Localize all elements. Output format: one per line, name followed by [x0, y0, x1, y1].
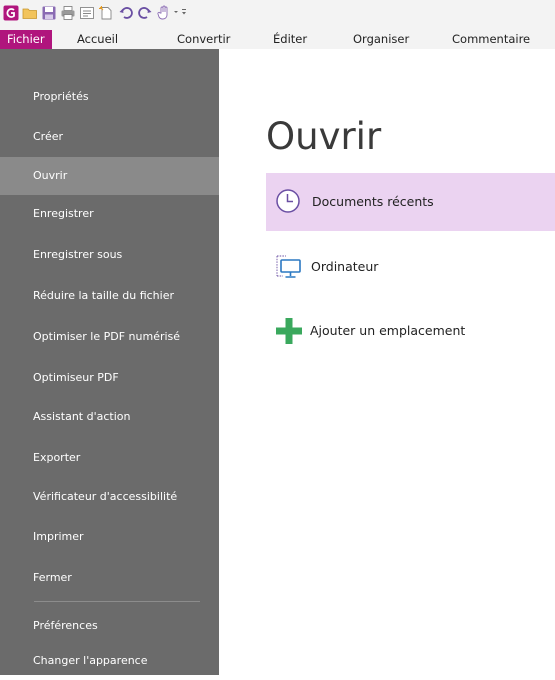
- clock-icon: [274, 187, 304, 217]
- save-icon[interactable]: [41, 5, 57, 21]
- sidebar-item-fermer[interactable]: Fermer: [0, 559, 219, 597]
- file-menu-sidebar: Propriétés Créer Ouvrir Enregistrer Enre…: [0, 49, 219, 675]
- menu-tab-bar: Fichier Accueil Convertir Éditer Organis…: [0, 30, 555, 49]
- option-label: Ajouter un emplacement: [310, 323, 466, 338]
- redo-icon[interactable]: [137, 5, 153, 21]
- sidebar-item-optimiseur-pdf[interactable]: Optimiseur PDF: [0, 359, 219, 397]
- sidebar-item-proprietes[interactable]: Propriétés: [0, 78, 219, 116]
- sidebar-item-enregistrer-sous[interactable]: Enregistrer sous: [0, 236, 219, 274]
- sidebar-item-optimiser-pdf-numerise[interactable]: Optimiser le PDF numérisé: [0, 318, 219, 356]
- sidebar-item-reduire-taille[interactable]: Réduire la taille du fichier: [0, 277, 219, 315]
- tab-organiser[interactable]: Organiser: [353, 30, 409, 49]
- properties-icon[interactable]: [79, 5, 95, 21]
- quick-access-toolbar: [0, 0, 555, 30]
- option-label: Documents récents: [312, 194, 434, 209]
- sidebar-item-verificateur-accessibilite[interactable]: Vérificateur d'accessibilité: [0, 478, 219, 516]
- sidebar-item-assistant-action[interactable]: Assistant d'action: [0, 398, 219, 436]
- undo-icon[interactable]: [118, 5, 134, 21]
- sidebar-item-exporter[interactable]: Exporter: [0, 439, 219, 477]
- page-title: Ouvrir: [266, 115, 382, 158]
- tab-commentaire[interactable]: Commentaire: [452, 30, 530, 49]
- option-ajouter-emplacement[interactable]: Ajouter un emplacement: [266, 302, 555, 360]
- tab-editer[interactable]: Éditer: [273, 30, 307, 49]
- sidebar-divider: [34, 601, 200, 602]
- sidebar-item-enregistrer[interactable]: Enregistrer: [0, 195, 219, 233]
- new-document-icon[interactable]: [98, 5, 114, 21]
- sidebar-item-ouvrir[interactable]: Ouvrir: [0, 157, 219, 195]
- open-folder-icon[interactable]: [22, 5, 38, 21]
- tab-convertir[interactable]: Convertir: [177, 30, 230, 49]
- sidebar-item-changer-apparence[interactable]: Changer l'apparence: [0, 642, 219, 680]
- option-ordinateur[interactable]: Ordinateur: [266, 238, 555, 296]
- option-documents-recents[interactable]: Documents récents: [266, 173, 555, 231]
- tab-accueil[interactable]: Accueil: [77, 30, 118, 49]
- computer-icon: [274, 252, 304, 282]
- option-label: Ordinateur: [311, 259, 379, 274]
- sidebar-item-preferences[interactable]: Préférences: [0, 607, 219, 645]
- print-icon[interactable]: [60, 5, 76, 21]
- plus-icon: [274, 316, 304, 346]
- sidebar-item-imprimer[interactable]: Imprimer: [0, 518, 219, 556]
- app-logo-icon[interactable]: [3, 5, 19, 21]
- tab-fichier[interactable]: Fichier: [0, 30, 52, 49]
- sidebar-item-creer[interactable]: Créer: [0, 118, 219, 156]
- hand-tool-icon[interactable]: [156, 5, 172, 21]
- customize-toolbar-icon[interactable]: [172, 5, 188, 21]
